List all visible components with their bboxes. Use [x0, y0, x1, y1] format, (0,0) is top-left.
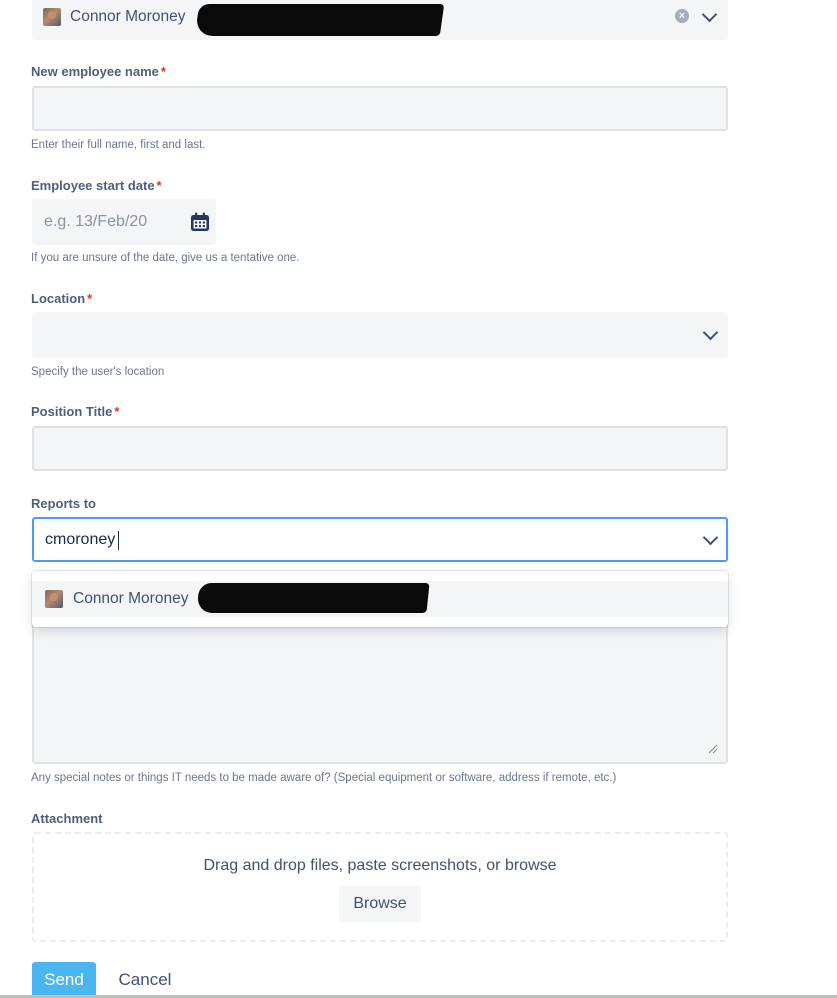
chevron-down-icon[interactable]: [701, 6, 718, 23]
attachment-dropzone[interactable]: Drag and drop files, paste screenshots, …: [32, 832, 728, 942]
chevron-down-icon[interactable]: [702, 324, 719, 341]
dropzone-text: Drag and drop files, paste screenshots, …: [203, 857, 557, 874]
start-date-placeholder: e.g. 13/Feb/20: [44, 213, 148, 230]
redaction: [196, 583, 430, 613]
redaction: [194, 4, 445, 36]
text-cursor: [118, 531, 119, 550]
top-user-selected-name: Connor Moroney: [70, 8, 186, 25]
resize-handle-icon[interactable]: [708, 744, 718, 754]
send-button[interactable]: Send: [32, 962, 96, 998]
new-employee-help: Enter their full name, first and last.: [31, 139, 206, 151]
calendar-icon[interactable]: [189, 211, 211, 233]
location-label: Location *: [31, 291, 93, 306]
notes-textarea[interactable]: [32, 616, 728, 764]
position-title-label: Position Title *: [31, 404, 120, 419]
location-help: Specify the user's location: [31, 366, 165, 378]
browse-button[interactable]: Browse: [339, 886, 421, 922]
reports-to-input[interactable]: cmoroney: [32, 517, 728, 562]
dropdown-option[interactable]: Connor Moroney: [32, 581, 728, 617]
start-date-label: Employee start date *: [31, 178, 162, 193]
clear-icon[interactable]: ×: [675, 9, 689, 23]
attachment-label: Attachment: [31, 811, 103, 826]
reports-to-label: Reports to: [31, 496, 96, 511]
user-avatar: [43, 8, 61, 26]
cancel-button[interactable]: Cancel: [110, 962, 180, 998]
notes-help: Any special notes or things IT needs to …: [31, 772, 617, 784]
position-title-input[interactable]: [32, 426, 728, 471]
reports-to-value: cmoroney: [45, 531, 116, 548]
new-employee-label: New employee name *: [31, 64, 166, 79]
option-label: Connor Moroney: [73, 590, 189, 607]
user-avatar: [45, 590, 63, 608]
reports-to-dropdown: Connor Moroney: [32, 571, 728, 627]
start-date-input[interactable]: e.g. 13/Feb/20: [32, 199, 216, 245]
start-date-help: If you are unsure of the date, give us a…: [31, 252, 300, 264]
new-employee-name-input[interactable]: [32, 86, 728, 131]
top-user-select[interactable]: Connor Moroney ×: [32, 0, 728, 40]
chevron-down-icon[interactable]: [702, 529, 719, 546]
location-select[interactable]: [32, 312, 728, 358]
